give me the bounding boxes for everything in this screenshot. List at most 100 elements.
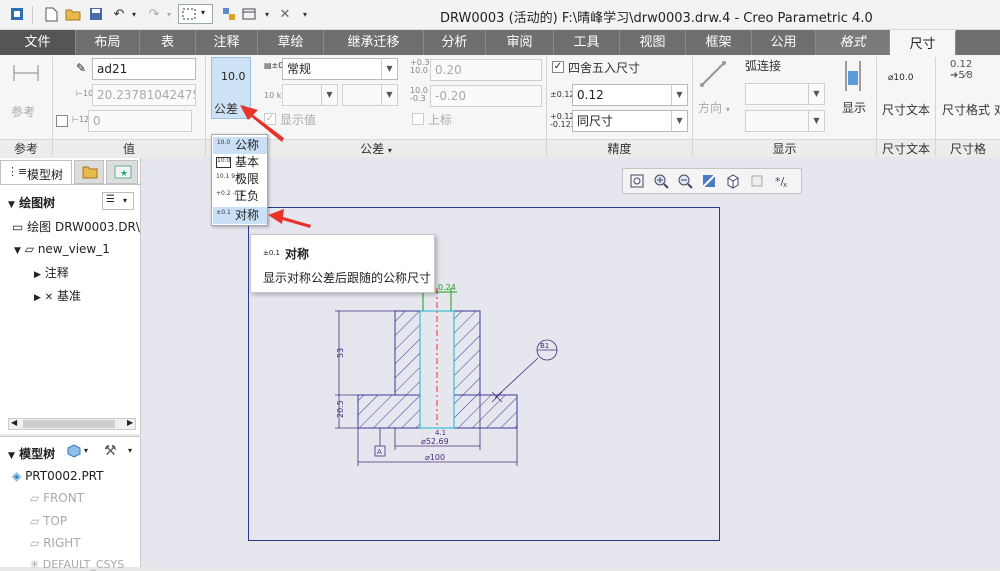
part-tree-header[interactable]: ▼ 模型树 xyxy=(8,445,55,462)
name-field[interactable]: ad21 xyxy=(92,58,196,80)
dim-0-24-label[interactable]: 0.24 xyxy=(438,283,456,292)
tooltip: ±0.1 对称 显示对称公差后跟随的公称尺寸 xyxy=(250,234,435,293)
model-display-button[interactable]: ▾ xyxy=(66,443,94,461)
horizontal-scrollbar[interactable]: ◀ ▶ xyxy=(8,418,136,430)
tab-legacy-migration[interactable]: 继承迁移 xyxy=(324,30,424,55)
plane-icon: ▱ xyxy=(30,491,40,505)
scroll-right-icon[interactable]: ▶ xyxy=(127,418,133,427)
dim-100-label[interactable]: ⌀100 xyxy=(425,453,445,462)
dim-52-69-label[interactable]: ⌀52.69 xyxy=(421,437,449,446)
tolerance-display-select[interactable]: 常规 ▼ xyxy=(282,58,398,80)
superscript-label: 上标 xyxy=(428,113,453,127)
chevron-down-icon: ▼ xyxy=(671,111,687,131)
zoom-out-icon[interactable] xyxy=(675,172,695,190)
rounding-checkbox[interactable]: ✓ xyxy=(552,61,564,73)
windows-icon[interactable] xyxy=(240,5,258,23)
tree-item-view[interactable]: ▼ ▱ new_view_1 xyxy=(14,242,110,256)
tree-item-top[interactable]: ▱ TOP xyxy=(30,514,67,528)
repaint-icon[interactable] xyxy=(699,172,719,190)
tree-item-part[interactable]: ◈ PRT0002.PRT xyxy=(12,469,103,483)
balloon-b1-label[interactable]: B1 xyxy=(540,342,549,350)
tree-item-drawing[interactable]: ▭ 绘图 DRW0003.DR\ xyxy=(12,218,140,235)
new-file-icon[interactable] xyxy=(42,5,60,23)
tree-tools-button[interactable]: ⚒ ▾ xyxy=(104,443,138,461)
tab-view[interactable]: 视图 xyxy=(620,30,686,55)
tab-tools[interactable]: 工具 xyxy=(554,30,620,55)
decimal-places-select[interactable]: 0.12 ▼ xyxy=(572,84,688,106)
limits-icon: 10.1 9.9 xyxy=(216,173,241,180)
scroll-left-icon[interactable]: ◀ xyxy=(11,418,17,427)
tree-item-annotation[interactable]: ▶ 注释 xyxy=(34,264,69,281)
upper-tolerance-field[interactable]: 0.20 xyxy=(430,59,542,81)
refit-icon[interactable] xyxy=(627,172,647,190)
ribbon: 参考 参考 ✎ ad21 ⊢10⊣ 20.23781042475 ⊢12⊣ 0 … xyxy=(0,55,1000,157)
drawing-tree-header[interactable]: ▼ 绘图树 xyxy=(8,194,55,211)
regenerate-icon[interactable] xyxy=(220,5,238,23)
superscript-checkbox[interactable] xyxy=(412,113,424,125)
dimension-format-button[interactable]: 0.12 ➜5⁄8 尺寸格式 对 xyxy=(940,59,1000,135)
favorites-tab[interactable]: ★ xyxy=(106,160,138,184)
tab-frame[interactable]: 框架 xyxy=(686,30,752,55)
customize-toolbar-icon[interactable]: ▾ xyxy=(296,5,314,23)
save-icon[interactable] xyxy=(87,5,105,23)
saved-orientations-icon[interactable] xyxy=(747,172,767,190)
open-folder-icon[interactable] xyxy=(64,5,82,23)
divider xyxy=(32,6,33,24)
tolerance-class-select[interactable]: ▼ xyxy=(342,84,398,106)
model-tree-tab[interactable]: ⋮≡ 模型树 xyxy=(0,160,72,184)
tooltip-icon: ±0.1 xyxy=(263,249,280,257)
datum-a-label[interactable]: A xyxy=(377,448,382,456)
override-checkbox[interactable] xyxy=(56,115,68,127)
scrollbar-thumb[interactable] xyxy=(23,420,115,428)
tree-item-front[interactable]: ▱ FRONT xyxy=(30,491,84,505)
dim-53-label[interactable]: 53 xyxy=(336,348,345,358)
undo-dropdown-icon[interactable]: ▾ xyxy=(125,5,143,23)
direction-label[interactable]: 方向 ▾ xyxy=(698,99,730,116)
lower-tolerance-field[interactable]: -0.20 xyxy=(430,85,542,107)
tree-item-default-csys[interactable]: ✳ DEFAULT_CSYS xyxy=(30,558,124,571)
tree-item-datum[interactable]: ▶ ✕ 基准 xyxy=(34,287,81,304)
select-dropdown-icon[interactable]: ▾ xyxy=(201,8,205,17)
display-style-icon[interactable] xyxy=(723,172,743,190)
plane-icon: ▱ xyxy=(30,514,40,528)
tab-file[interactable]: 文件 xyxy=(0,30,76,55)
reference-button[interactable]: 参考 xyxy=(6,59,46,134)
show-button[interactable]: 显示 xyxy=(838,57,870,133)
dimension-text-button[interactable]: ⌀10.0 尺寸文本 xyxy=(880,59,932,135)
select-box[interactable]: ▾ xyxy=(178,4,213,24)
tab-analysis[interactable]: 分析 xyxy=(424,30,486,55)
redo-dropdown-icon[interactable]: ▾ xyxy=(160,5,178,23)
override-value-field[interactable]: 0 xyxy=(88,110,192,132)
tab-format[interactable]: 格式 xyxy=(816,30,890,55)
windows-dropdown-icon[interactable]: ▾ xyxy=(258,5,276,23)
tab-table[interactable]: 表 xyxy=(140,30,196,55)
tab-layout[interactable]: 布局 xyxy=(76,30,140,55)
svg-text:x: x xyxy=(783,181,787,189)
close-window-icon[interactable]: ✕ xyxy=(276,5,294,23)
dim-4-1-label[interactable]: 4.1 xyxy=(435,429,446,437)
tree-item-right[interactable]: ▱ RIGHT xyxy=(30,536,81,550)
collapse-icon: ▼ xyxy=(8,451,15,461)
symmetric-icon: ±0.1 xyxy=(216,209,231,216)
tolerance-decimal-select[interactable]: 同尺寸 ▼ xyxy=(572,110,688,132)
tab-common[interactable]: 公用 xyxy=(752,30,816,55)
direction-icon[interactable] xyxy=(698,59,734,89)
nominal-value-field[interactable]: 20.23781042475 xyxy=(92,84,196,106)
dim-20-5-label[interactable]: 20.5 xyxy=(336,400,345,418)
tab-review[interactable]: 审阅 xyxy=(486,30,554,55)
tab-dimension[interactable]: 尺寸 xyxy=(890,30,956,55)
basic-icon: 10.0 xyxy=(216,157,231,168)
csys-icon: ✳ xyxy=(30,558,40,571)
tab-sketch[interactable]: 草绘 xyxy=(258,30,324,55)
part-drawing[interactable]: 53 20.5 ⌀52.69 ⌀100 0.24 4.1 A B1 xyxy=(325,278,565,468)
tab-annotate[interactable]: 注释 xyxy=(196,30,258,55)
folder-browser-tab[interactable] xyxy=(74,160,104,184)
app-icon[interactable] xyxy=(8,5,26,23)
section-body[interactable] xyxy=(357,288,518,429)
datum-display-icon[interactable]: */x xyxy=(773,172,793,190)
witness-line-select[interactable]: ▼ xyxy=(745,110,825,132)
tree-settings-button[interactable]: ☰ ▾ xyxy=(102,192,134,210)
drawing-icon: ▭ xyxy=(12,220,24,234)
zoom-in-icon[interactable] xyxy=(651,172,671,190)
arc-connection-select[interactable]: ▼ xyxy=(745,83,825,105)
